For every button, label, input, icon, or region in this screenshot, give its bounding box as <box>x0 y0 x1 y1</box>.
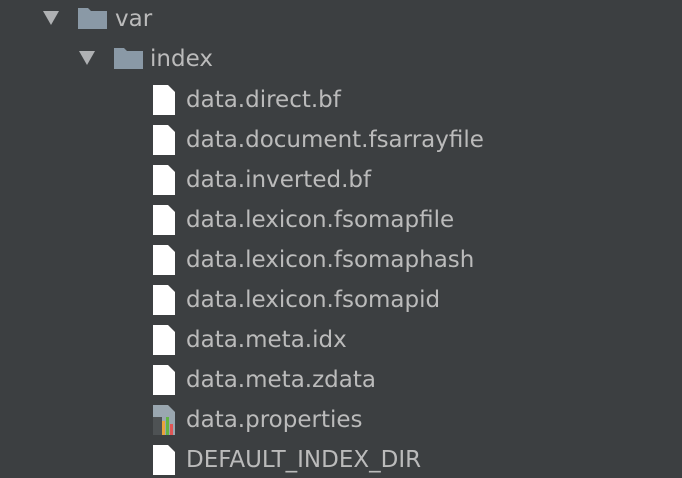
file-icon <box>153 365 175 395</box>
file-label: data.lexicon.fsomaphash <box>186 247 475 273</box>
tree-node-file[interactable]: data.meta.zdata <box>0 361 682 401</box>
file-label: data.lexicon.fsomapfile <box>186 207 455 233</box>
file-icon <box>153 245 175 275</box>
file-label: data.meta.idx <box>186 327 347 353</box>
file-icon <box>153 125 175 155</box>
file-icon <box>153 285 175 315</box>
folder-icon <box>78 8 107 29</box>
file-icon <box>153 445 175 475</box>
tree-node-file[interactable]: data.document.fsarrayfile <box>0 121 682 161</box>
tree-node-file[interactable]: data.properties <box>0 401 682 441</box>
file-label: data.direct.bf <box>186 87 341 113</box>
tree-node-file[interactable]: data.lexicon.fsomapfile <box>0 201 682 241</box>
file-label: data.document.fsarrayfile <box>186 127 484 153</box>
expand-arrow-icon[interactable] <box>43 11 59 25</box>
expand-arrow-icon[interactable] <box>79 51 95 65</box>
tree-node-index[interactable]: index <box>0 40 682 80</box>
tree-node-file[interactable]: DEFAULT_INDEX_DIR <box>0 441 682 478</box>
tree-node-file[interactable]: data.direct.bf <box>0 81 682 121</box>
file-icon <box>153 85 175 115</box>
tree-node-var[interactable]: var <box>0 0 682 40</box>
file-icon <box>153 165 175 195</box>
tree-node-file[interactable]: data.inverted.bf <box>0 161 682 201</box>
project-tree: var index data.direct.bf data.document.f… <box>0 0 682 478</box>
file-label: data.properties <box>186 407 363 433</box>
tree-node-file[interactable]: data.lexicon.fsomapid <box>0 281 682 321</box>
tree-node-file[interactable]: data.lexicon.fsomaphash <box>0 241 682 281</box>
file-label: data.meta.zdata <box>186 367 376 393</box>
file-label: DEFAULT_INDEX_DIR <box>186 447 422 473</box>
file-icon <box>153 325 175 355</box>
file-label: data.inverted.bf <box>186 167 372 193</box>
folder-label: index <box>150 46 213 72</box>
file-icon <box>153 205 175 235</box>
properties-file-icon <box>153 405 175 435</box>
tree-node-file[interactable]: data.meta.idx <box>0 321 682 361</box>
folder-label: var <box>115 6 153 32</box>
file-label: data.lexicon.fsomapid <box>186 287 441 313</box>
folder-icon <box>114 48 143 69</box>
